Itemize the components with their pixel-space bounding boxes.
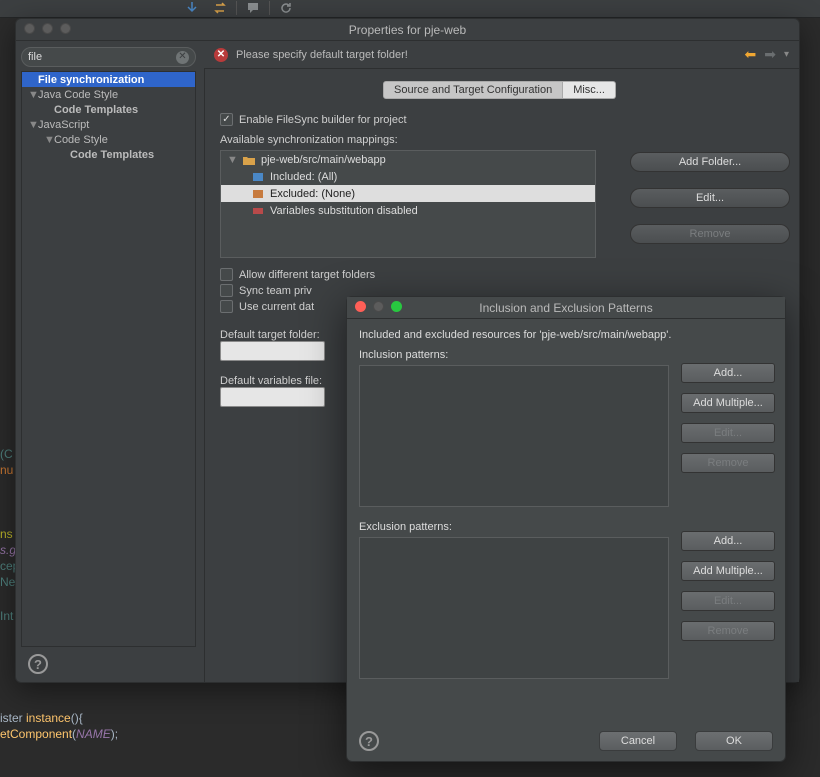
mapping-row[interactable]: Excluded: (None) bbox=[221, 185, 595, 202]
mapping-row[interactable]: Included: (All) bbox=[221, 168, 595, 185]
ok-button[interactable]: OK bbox=[695, 731, 773, 751]
code-token: (C bbox=[0, 447, 13, 461]
window-zoom-icon[interactable] bbox=[60, 23, 71, 34]
tree-item[interactable]: ▼JavaScript bbox=[22, 117, 195, 132]
exclusion-add-multiple-button[interactable]: Add Multiple... bbox=[681, 561, 775, 581]
mapping-row-label: Included: (All) bbox=[270, 171, 337, 183]
inclusion-list[interactable] bbox=[359, 365, 669, 507]
window-zoom-icon[interactable] bbox=[391, 301, 402, 312]
exclusion-remove-button[interactable]: Remove bbox=[681, 621, 775, 641]
inclusion-exclusion-dialog: Inclusion and Exclusion Patterns Include… bbox=[346, 296, 786, 762]
tree-item[interactable]: Code Templates bbox=[22, 147, 195, 162]
back-icon[interactable]: ⬅ bbox=[745, 46, 757, 63]
banner-text: Please specify default target folder! bbox=[236, 49, 408, 61]
tree-item-label: Code Templates bbox=[54, 104, 138, 116]
sync-team-checkbox[interactable] bbox=[220, 284, 233, 297]
include-icon bbox=[251, 171, 265, 183]
code-token: nu bbox=[0, 463, 13, 477]
error-icon: ✕ bbox=[214, 48, 228, 62]
mappings-label: Available synchronization mappings: bbox=[220, 134, 779, 146]
sync-down-icon[interactable] bbox=[180, 0, 204, 16]
clear-filter-icon[interactable]: ✕ bbox=[176, 51, 189, 64]
inclusion-label: Inclusion patterns: bbox=[359, 349, 773, 361]
enable-filesync-checkbox[interactable] bbox=[220, 113, 233, 126]
use-current-date-label: Use current dat bbox=[239, 301, 314, 313]
mapping-row-label: pje-web/src/main/webapp bbox=[261, 154, 386, 166]
exclusion-list[interactable] bbox=[359, 537, 669, 679]
edit-mapping-button[interactable]: Edit... bbox=[630, 188, 790, 208]
remove-mapping-button[interactable]: Remove bbox=[630, 224, 790, 244]
tree-item-label: File synchronization bbox=[38, 74, 144, 86]
separator bbox=[269, 1, 270, 15]
tree-item-label: Code Templates bbox=[70, 149, 154, 161]
inclusion-add-multiple-button[interactable]: Add Multiple... bbox=[681, 393, 775, 413]
twisty-icon: ▼ bbox=[28, 119, 36, 131]
mapping-row[interactable]: Variables substitution disabled bbox=[221, 202, 595, 219]
enable-filesync-label: Enable FileSync builder for project bbox=[239, 114, 407, 126]
refresh-icon[interactable] bbox=[274, 0, 298, 16]
add-folder-button[interactable]: Add Folder... bbox=[630, 152, 790, 172]
inner-dialog-title: Inclusion and Exclusion Patterns bbox=[479, 301, 652, 315]
forward-icon[interactable]: ➡ bbox=[764, 46, 776, 63]
tree-item[interactable]: ▼Java Code Style bbox=[22, 87, 195, 102]
tab-source-target[interactable]: Source and Target Configuration bbox=[383, 81, 563, 99]
mapping-row[interactable]: ▼ pje-web/src/main/webapp bbox=[221, 151, 595, 168]
use-current-date-checkbox[interactable] bbox=[220, 300, 233, 313]
dialog-title: Properties for pje-web bbox=[349, 23, 466, 37]
error-banner: ✕ Please specify default target folder! … bbox=[204, 41, 799, 69]
inner-dialog-titlebar[interactable]: Inclusion and Exclusion Patterns bbox=[347, 297, 785, 319]
code-token: ns bbox=[0, 527, 13, 541]
tab-bar: Source and Target Configuration Misc... bbox=[220, 81, 779, 99]
exclusion-edit-button[interactable]: Edit... bbox=[681, 591, 775, 611]
vars-off-icon bbox=[251, 205, 265, 217]
default-target-label: Default target folder: bbox=[220, 329, 338, 341]
mapping-row-label: Excluded: (None) bbox=[270, 188, 355, 200]
default-vars-label: Default variables file: bbox=[220, 375, 338, 387]
tree-item[interactable]: Code Templates bbox=[22, 102, 195, 117]
allow-diff-targets-label: Allow different target folders bbox=[239, 269, 375, 281]
code-line: ister instance(){ etComponent(NAME); bbox=[0, 710, 118, 742]
tree-item[interactable]: File synchronization bbox=[22, 72, 195, 87]
tab-misc[interactable]: Misc... bbox=[563, 81, 616, 99]
dialog-titlebar[interactable]: Properties for pje-web bbox=[16, 19, 799, 41]
sync-team-label: Sync team priv bbox=[239, 285, 312, 297]
tree-item-label: Code Style bbox=[54, 134, 108, 146]
twisty-icon: ▼ bbox=[44, 134, 52, 146]
inclusion-edit-button[interactable]: Edit... bbox=[681, 423, 775, 443]
window-minimize-icon[interactable] bbox=[42, 23, 53, 34]
mapping-row-label: Variables substitution disabled bbox=[270, 205, 418, 217]
allow-diff-targets-checkbox[interactable] bbox=[220, 268, 233, 281]
nav-tree[interactable]: File synchronization▼Java Code StyleCode… bbox=[21, 71, 196, 647]
cancel-button[interactable]: Cancel bbox=[599, 731, 677, 751]
help-icon[interactable]: ? bbox=[359, 731, 379, 751]
inner-dialog-subtitle: Included and excluded resources for 'pje… bbox=[359, 329, 773, 341]
speech-icon[interactable] bbox=[241, 0, 265, 16]
default-vars-input[interactable] bbox=[220, 387, 325, 407]
help-icon[interactable]: ? bbox=[28, 654, 48, 674]
tree-filter[interactable]: ✕ bbox=[21, 47, 196, 67]
tree-filter-input[interactable] bbox=[28, 51, 176, 63]
twisty-icon: ▼ bbox=[28, 89, 36, 101]
window-close-icon[interactable] bbox=[355, 301, 366, 312]
inclusion-remove-button[interactable]: Remove bbox=[681, 453, 775, 473]
folder-open-icon bbox=[242, 154, 256, 166]
code-token: Int bbox=[0, 609, 13, 623]
default-target-input[interactable] bbox=[220, 341, 325, 361]
separator bbox=[236, 1, 237, 15]
inclusion-add-button[interactable]: Add... bbox=[681, 363, 775, 383]
window-close-icon[interactable] bbox=[24, 23, 35, 34]
tree-item-label: Java Code Style bbox=[38, 89, 118, 101]
sync-swap-icon[interactable] bbox=[208, 0, 232, 16]
exclusion-add-button[interactable]: Add... bbox=[681, 531, 775, 551]
mappings-list[interactable]: ▼ pje-web/src/main/webapp Included: (All) E… bbox=[220, 150, 596, 258]
exclude-icon bbox=[251, 188, 265, 200]
tree-item[interactable]: ▼Code Style bbox=[22, 132, 195, 147]
nav-menu-icon[interactable]: ▾ bbox=[784, 49, 789, 60]
ide-toolbar bbox=[0, 0, 820, 18]
tree-item-label: JavaScript bbox=[38, 119, 89, 131]
window-minimize-icon[interactable] bbox=[373, 301, 384, 312]
twisty-icon: ▼ bbox=[227, 154, 235, 166]
